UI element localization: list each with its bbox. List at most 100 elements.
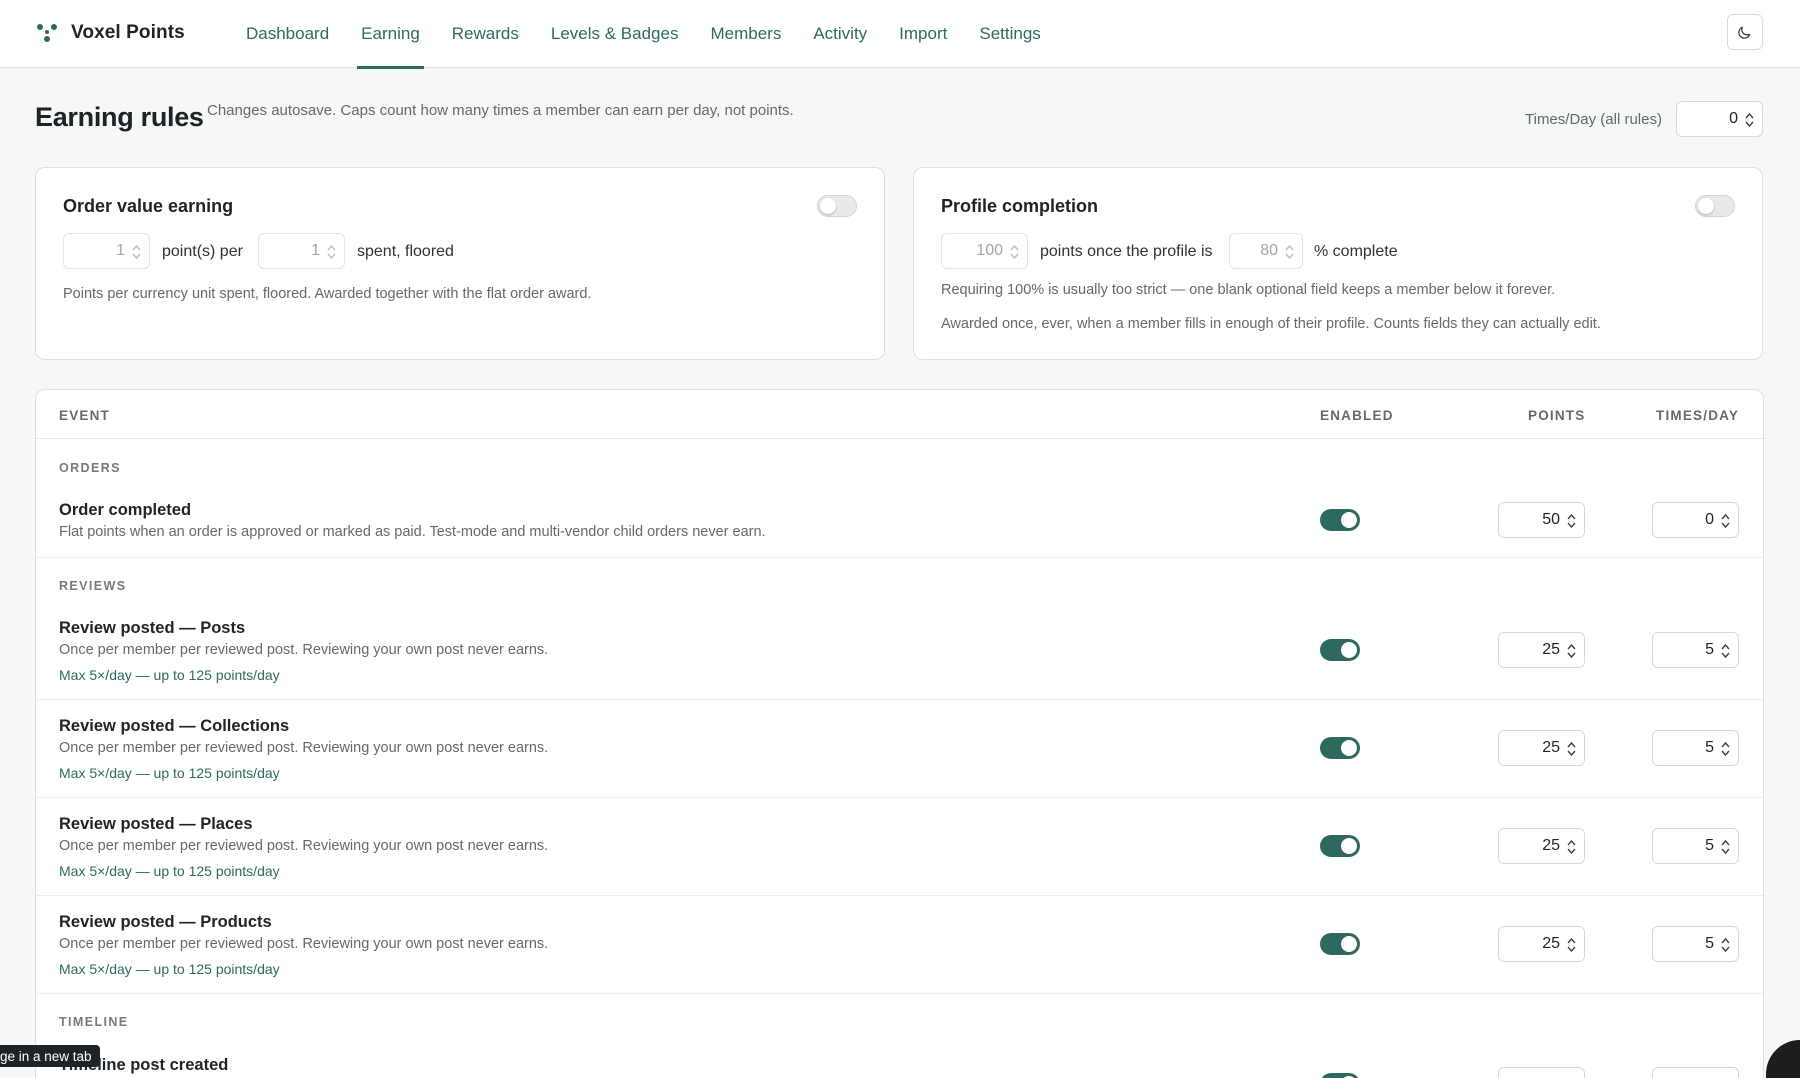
stepper-arrows-icon[interactable] (1285, 244, 1294, 260)
row-enabled-toggle[interactable] (1320, 509, 1360, 531)
row-times-day-input[interactable] (1652, 1067, 1739, 1078)
stepper-arrows-icon[interactable] (1567, 643, 1576, 659)
row-title: Review posted — Collections (59, 717, 290, 735)
order-value-spent-input[interactable]: 1 (258, 233, 345, 269)
row-times-day-input[interactable]: 5 (1652, 632, 1739, 668)
row-points-value: 25 (1542, 739, 1560, 756)
nav-dashboard[interactable]: Dashboard (242, 0, 333, 68)
row-cap-note: Max 5×/day — up to 125 points/day (59, 961, 280, 977)
row-divider (36, 699, 1763, 700)
profile-percent-input[interactable]: 80 (1229, 233, 1303, 269)
nav-rewards[interactable]: Rewards (448, 0, 523, 68)
row-description: Once per member per reviewed post. Revie… (59, 838, 549, 854)
row-times-day-input[interactable]: 5 (1652, 730, 1739, 766)
moon-icon (1738, 26, 1751, 39)
window-corner (1766, 1040, 1800, 1078)
order-value-points-label: point(s) per (162, 243, 243, 260)
stepper-arrows-icon[interactable] (1721, 937, 1730, 953)
stepper-arrows-icon[interactable] (1567, 513, 1576, 529)
brand[interactable]: Voxel Points (35, 20, 185, 46)
row-divider (36, 895, 1763, 896)
stepper-arrows-icon[interactable] (1721, 643, 1730, 659)
row-cap-note: Max 5×/day — up to 125 points/day (59, 863, 280, 879)
row-cap-note: Max 5×/day — up to 125 points/day (59, 765, 280, 781)
row-times-day-value: 5 (1705, 837, 1714, 854)
row-times-day-value: 5 (1705, 739, 1714, 756)
profile-completion-toggle[interactable] (1695, 195, 1735, 217)
row-points-value: 25 (1542, 641, 1560, 658)
column-header-times-day: TIMES/DAY (1656, 408, 1740, 423)
row-description: Once per member per reviewed post. Revie… (59, 936, 549, 952)
order-value-spent-value: 1 (311, 242, 320, 259)
profile-points-input[interactable]: 100 (941, 233, 1028, 269)
profile-points-label: points once the profile is (1040, 243, 1213, 260)
row-enabled-toggle[interactable] (1320, 933, 1360, 955)
column-header-enabled: ENABLED (1320, 408, 1394, 423)
profile-completion-title: Profile completion (941, 196, 1099, 216)
row-title: Review posted — Posts (59, 619, 246, 637)
order-value-toggle[interactable] (817, 195, 857, 217)
row-times-day-value: 5 (1705, 935, 1714, 952)
row-points-input[interactable]: 25 (1498, 632, 1585, 668)
row-points-value: 25 (1542, 935, 1560, 952)
profile-help-1: Requiring 100% is usually too strict — o… (941, 282, 1556, 298)
nav-levels-badges[interactable]: Levels & Badges (547, 0, 683, 68)
row-points-input[interactable]: 25 (1498, 730, 1585, 766)
profile-help-2: Awarded once, ever, when a member fills … (941, 316, 1601, 332)
stepper-arrows-icon[interactable] (1721, 839, 1730, 855)
row-enabled-toggle[interactable] (1320, 835, 1360, 857)
stepper-arrows-icon[interactable] (1721, 741, 1730, 757)
page-title: Earning rules (35, 102, 204, 132)
stepper-arrows-icon[interactable] (327, 244, 336, 260)
row-title: Review posted — Products (59, 913, 272, 931)
profile-percent-label: % complete (1314, 243, 1398, 260)
nav-import[interactable]: Import (895, 0, 951, 68)
group-label-orders: ORDERS (59, 461, 121, 475)
link-tooltip: ge in a new tab (0, 1045, 100, 1067)
row-times-day-input[interactable]: 5 (1652, 828, 1739, 864)
molecule-logo-icon (37, 24, 57, 42)
stepper-arrows-icon[interactable] (132, 244, 141, 260)
top-bar: Voxel Points Dashboard Earning Rewards L… (0, 0, 1800, 69)
row-divider (36, 993, 1763, 994)
row-times-day-input[interactable]: 0 (1652, 502, 1739, 538)
order-value-title: Order value earning (63, 196, 234, 216)
row-points-input[interactable]: 25 (1498, 828, 1585, 864)
stepper-arrows-icon[interactable] (1010, 244, 1019, 260)
row-points-value: 50 (1542, 511, 1560, 528)
profile-points-value: 100 (976, 242, 1003, 259)
stepper-arrows-icon[interactable] (1567, 839, 1576, 855)
row-times-day-input[interactable]: 5 (1652, 926, 1739, 962)
group-label-timeline: TIMELINE (59, 1015, 129, 1029)
stepper-arrows-icon[interactable] (1745, 112, 1754, 128)
column-header-event: EVENT (59, 408, 111, 423)
stepper-arrows-icon[interactable] (1721, 513, 1730, 529)
row-enabled-toggle[interactable] (1320, 639, 1360, 661)
row-times-day-value: 0 (1705, 511, 1714, 528)
row-enabled-toggle[interactable] (1320, 1073, 1360, 1078)
theme-toggle-button[interactable] (1727, 14, 1763, 50)
stepper-arrows-icon[interactable] (1567, 937, 1576, 953)
app-name: Voxel Points (71, 22, 185, 43)
row-times-day-value: 5 (1705, 641, 1714, 658)
row-description: Once per member per reviewed post. Revie… (59, 740, 549, 756)
row-points-input[interactable]: 50 (1498, 502, 1585, 538)
page-description: Changes autosave. Caps count how many ti… (207, 102, 794, 119)
global-cap-input[interactable]: 0 (1676, 101, 1763, 137)
nav-activity[interactable]: Activity (809, 0, 871, 68)
row-divider (36, 557, 1763, 558)
nav-settings[interactable]: Settings (975, 0, 1044, 68)
order-value-help: Points per currency unit spent, floored.… (63, 286, 592, 302)
nav-earning[interactable]: Earning (357, 0, 424, 69)
profile-percent-value: 80 (1260, 242, 1278, 259)
nav-members[interactable]: Members (706, 0, 785, 68)
order-value-points-input[interactable]: 1 (63, 233, 150, 269)
group-label-reviews: REVIEWS (59, 579, 127, 593)
column-header-points: POINTS (1528, 408, 1586, 423)
row-enabled-toggle[interactable] (1320, 737, 1360, 759)
row-points-input[interactable]: 25 (1498, 926, 1585, 962)
row-points-input[interactable] (1498, 1067, 1585, 1078)
row-description: Flat points when an order is approved or… (59, 524, 766, 540)
stepper-arrows-icon[interactable] (1567, 741, 1576, 757)
row-title: Order completed (59, 501, 192, 519)
